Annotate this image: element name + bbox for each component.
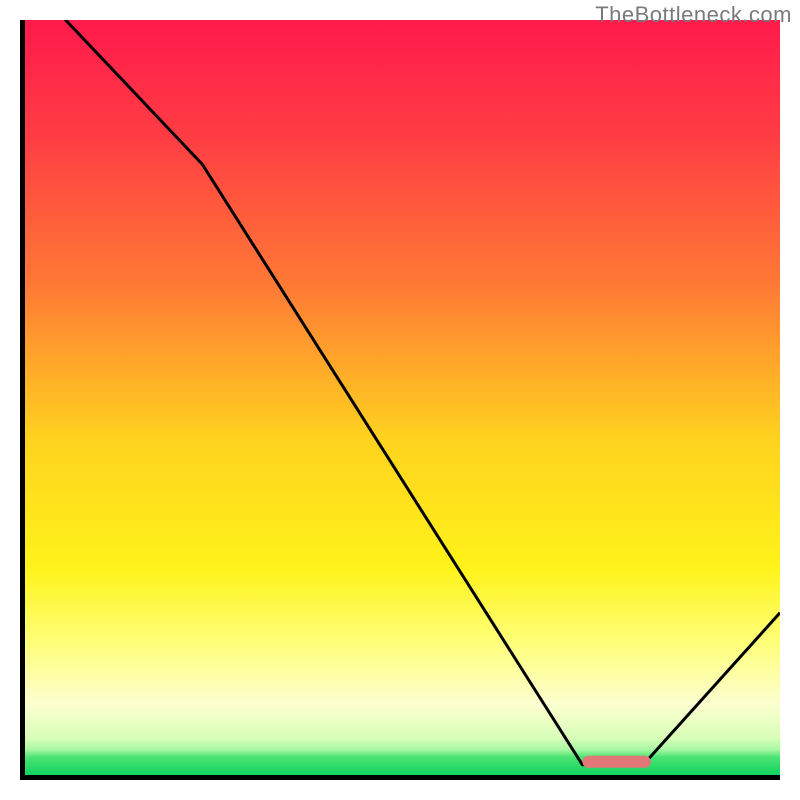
- plot-area: [20, 20, 780, 780]
- optimal-range-marker: [582, 756, 650, 768]
- gradient-background: [20, 20, 780, 780]
- chart-container: TheBottleneck.com: [0, 0, 800, 800]
- watermark-text: TheBottleneck.com: [595, 2, 792, 28]
- plot-svg: [20, 20, 780, 780]
- x-axis: [20, 775, 780, 780]
- y-axis: [20, 20, 25, 780]
